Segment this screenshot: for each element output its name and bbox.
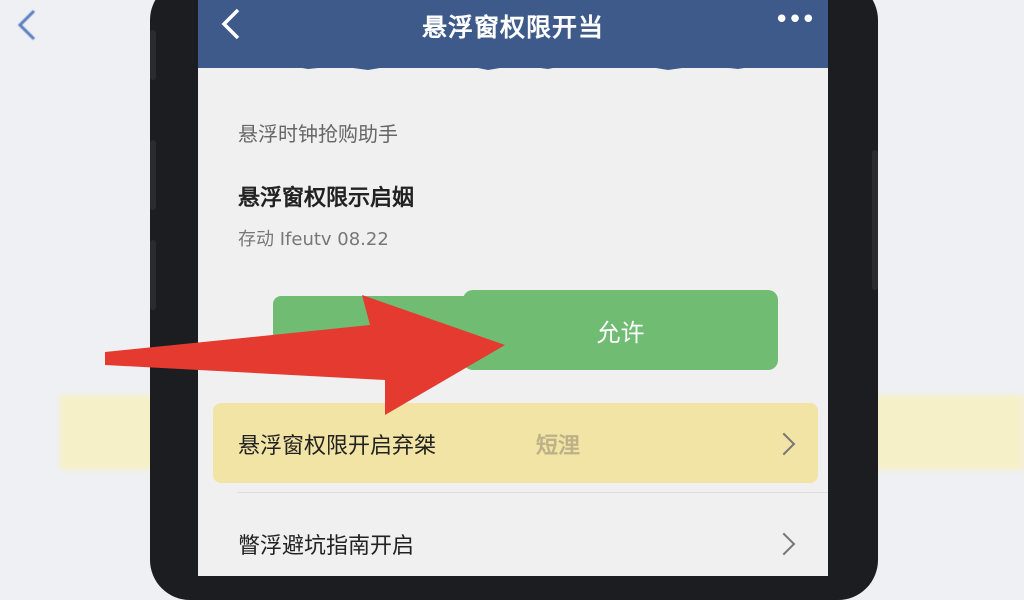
divider: [238, 492, 828, 493]
torn-edge-decoration: [198, 56, 828, 70]
phone-side-button: [150, 140, 156, 210]
background-back-icon: [17, 9, 36, 41]
permission-subtitle: 存动 Ifeutv 08.22: [238, 229, 389, 250]
top-bar: 悬浮窗权限开当 •••: [198, 0, 828, 70]
section-label: 悬浮时钟抢购助手: [238, 122, 398, 146]
list-item-value: 短浬: [536, 434, 581, 459]
more-icon[interactable]: •••: [774, 7, 816, 33]
page-title: 悬浮窗权限开当: [421, 13, 604, 42]
list-item-label: 瞥浮避坑指南开启: [238, 534, 415, 559]
permission-title: 悬浮窗权限示启姻: [238, 186, 415, 211]
phone-screen: 悬浮窗权限开当 ••• 悬浮时钟抢购助手 悬浮窗权限示启姻 存动 Ifeutv …: [198, 0, 828, 576]
red-arrow-icon: [105, 295, 505, 415]
chevron-right-icon: [772, 532, 796, 556]
list-item-label: 悬浮窗权限开启弃桀: [238, 434, 437, 459]
phone-side-button: [872, 150, 878, 290]
phone-side-button: [150, 30, 156, 80]
